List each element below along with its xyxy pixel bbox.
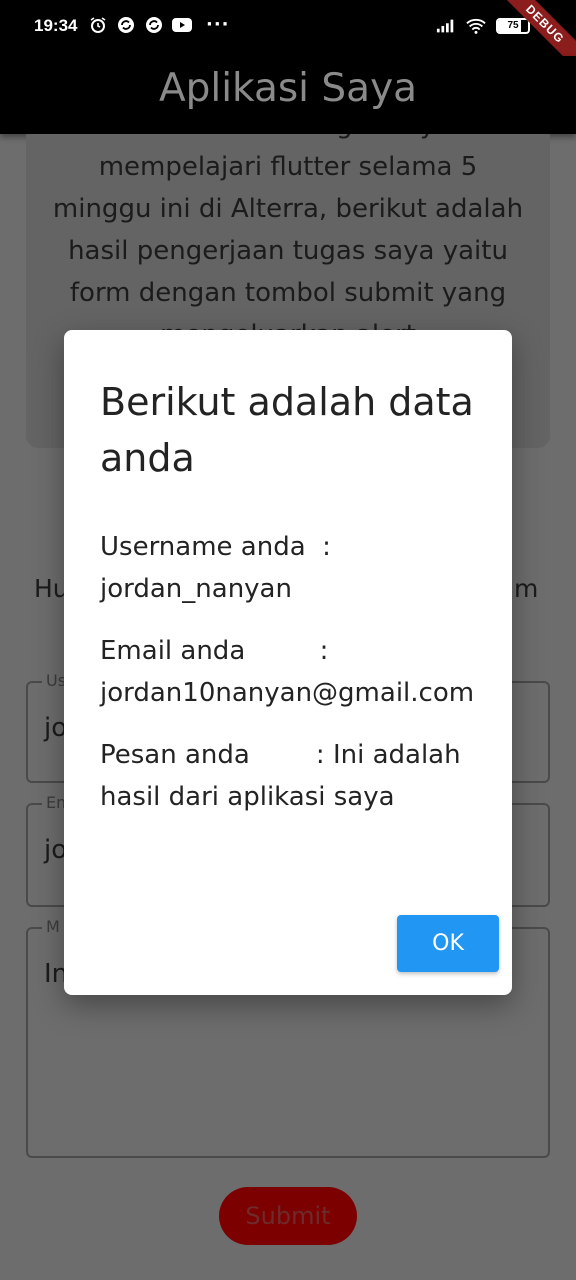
dialog-body: Username anda : jordan_nanyan Email anda… — [100, 526, 490, 838]
section-heading-fragment-end: m — [514, 574, 539, 603]
app-title: Aplikasi Saya — [158, 66, 418, 111]
info-text: ...erikut ini adalah tugas saya dari mem… — [52, 134, 524, 350]
ok-button[interactable]: OK — [397, 915, 499, 972]
battery-icon: 75 — [496, 18, 530, 34]
alarm-icon — [88, 15, 108, 35]
email-row: Email anda : jordan10nanyan@gmail.com — [100, 636, 475, 708]
message-row: Pesan anda : Ini adalah hasil dari aplik… — [100, 740, 469, 812]
username-row: Username anda : jordan_nanyan — [100, 532, 340, 604]
submit-button[interactable]: Submit — [219, 1187, 357, 1245]
dialog-title: Berikut adalah data anda — [100, 380, 474, 480]
app-bar: Aplikasi Saya — [0, 56, 576, 134]
alert-dialog: Berikut adalah data anda Username anda :… — [64, 330, 512, 995]
status-bar: 19:34 ··· 75 DEBUG — [0, 0, 576, 78]
wifi-icon — [466, 16, 486, 36]
message-field-label: M — [42, 917, 64, 936]
sync-icon — [144, 15, 164, 35]
youtube-icon — [172, 15, 192, 35]
status-time: 19:34 — [34, 16, 78, 35]
sync-icon — [116, 15, 136, 35]
signal-icon — [436, 16, 456, 36]
system-icons: 75 — [436, 16, 530, 36]
notification-icons: ··· — [88, 15, 230, 35]
more-notifications: ··· — [206, 14, 230, 35]
battery-level: 75 — [507, 20, 519, 31]
